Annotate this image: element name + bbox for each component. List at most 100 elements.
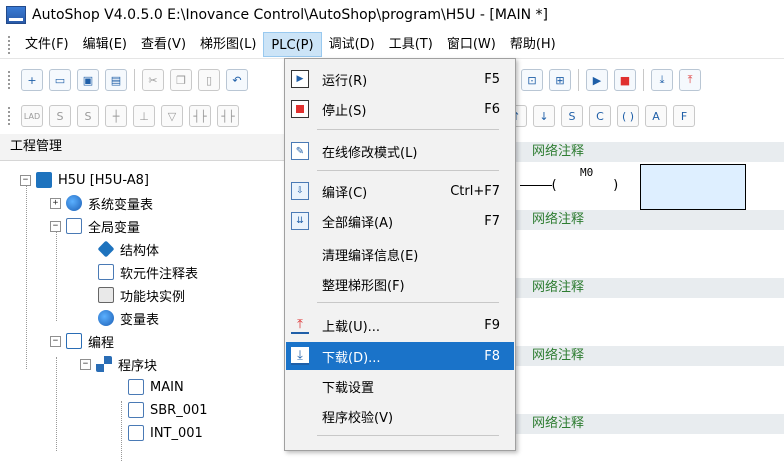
- collapse-icon[interactable]: −: [50, 335, 61, 347]
- project-manager-panel: 工程管理 − H5U [H5U-A8] + 系统变量表 − 全局变量 结构体 软…: [0, 134, 286, 461]
- program-file-icon: [128, 379, 144, 395]
- menu-file[interactable]: 文件(F): [18, 32, 76, 57]
- tree-item-int[interactable]: INT_001: [128, 422, 203, 444]
- menu-item-download-settings[interactable]: 下载设置: [286, 372, 514, 400]
- menu-item-label: 在线修改模式(L): [322, 145, 418, 161]
- tree-guide: [121, 401, 122, 461]
- tree-item-programming[interactable]: − 编程: [50, 330, 114, 352]
- menu-ladder[interactable]: 梯形图(L): [193, 32, 263, 57]
- tree-item-fb-instance[interactable]: 功能块实例: [98, 284, 185, 306]
- copy-icon[interactable]: ❐: [170, 69, 192, 91]
- menu-separator: [317, 129, 499, 130]
- menu-view[interactable]: 查看(V): [134, 32, 193, 57]
- collapse-icon[interactable]: −: [80, 358, 91, 370]
- run-icon: ▶: [291, 70, 309, 88]
- function-f-icon[interactable]: F: [673, 105, 695, 127]
- tree-item-struct[interactable]: 结构体: [97, 238, 160, 260]
- menu-item-shortcut: F5: [484, 71, 500, 87]
- autoshop-app-icon: [6, 6, 26, 24]
- tree-label: 变量表: [120, 312, 160, 328]
- selection-cursor-box[interactable]: [640, 164, 746, 210]
- tree-item-system-vars[interactable]: + 系统变量表: [50, 192, 153, 214]
- set-coil-icon[interactable]: S: [561, 105, 583, 127]
- coil-icon[interactable]: ( ): [617, 105, 639, 127]
- contact-no-icon[interactable]: ┤├: [189, 105, 211, 127]
- paste-icon[interactable]: ▯: [198, 69, 220, 91]
- s-mode-2-icon[interactable]: S: [77, 105, 99, 127]
- menu-item-program-verify[interactable]: 程序校验(V): [286, 402, 514, 430]
- tree-item-h5u[interactable]: − H5U [H5U-A8]: [20, 169, 149, 191]
- toolbar-separator: [134, 69, 135, 91]
- tree-item-sbr[interactable]: SBR_001: [128, 399, 208, 421]
- network-comment-bar[interactable]: 网络注释: [516, 346, 784, 366]
- menu-item-label: 上载(U)...: [322, 319, 381, 335]
- menu-grip: [8, 35, 18, 54]
- network-comment-bar[interactable]: 网络注释: [516, 142, 784, 162]
- menu-item-compile[interactable]: ⇩ 编译(C) Ctrl+F7: [286, 177, 514, 205]
- tree-item-global-vars[interactable]: − 全局变量: [50, 215, 140, 237]
- title-bar: AutoShop V4.0.5.0 E:\Inovance Control\Au…: [0, 0, 784, 30]
- contact-nc-icon[interactable]: ┤├: [217, 105, 239, 127]
- menu-item-stop[interactable]: 停止(S) F6: [286, 95, 514, 123]
- tree-item-var-table[interactable]: 变量表: [98, 307, 159, 329]
- network-comment-bar[interactable]: 网络注释: [516, 414, 784, 434]
- menu-item-run[interactable]: ▶ 运行(R) F5: [286, 65, 514, 93]
- function-a-icon[interactable]: A: [645, 105, 667, 127]
- coil-left-paren: (: [550, 178, 558, 193]
- menu-item-shortcut: Ctrl+F7: [450, 183, 500, 199]
- tree-item-main[interactable]: MAIN: [128, 376, 184, 398]
- menu-plc[interactable]: PLC(P): [263, 32, 322, 57]
- tree-label: 结构体: [120, 243, 160, 259]
- vertical-line-icon[interactable]: ▽: [161, 105, 183, 127]
- collapse-icon[interactable]: −: [50, 220, 61, 232]
- menu-item-upload[interactable]: ⤒ 上载(U)... F9: [286, 311, 514, 339]
- vertical-down-icon[interactable]: ⊥: [133, 105, 155, 127]
- globe-icon: [66, 195, 82, 211]
- comment-table-icon: [98, 264, 114, 280]
- tree-item-program-blocks[interactable]: − 程序块: [80, 353, 157, 375]
- toolbar-icon-c[interactable]: ⊞: [549, 69, 571, 91]
- stop-toolbar-icon[interactable]: ■: [614, 69, 636, 91]
- new-file-icon[interactable]: +: [21, 69, 43, 91]
- tree-label: 编程: [88, 335, 115, 351]
- save-all-icon[interactable]: ▤: [105, 69, 127, 91]
- open-folder-icon[interactable]: ▭: [49, 69, 71, 91]
- menu-item-compile-all[interactable]: ⇊ 全部编译(A) F7: [286, 207, 514, 235]
- menu-item-download[interactable]: ⤓ 下载(D)... F8: [286, 342, 514, 370]
- save-icon[interactable]: ▣: [77, 69, 99, 91]
- toolbar-separator: [578, 69, 579, 91]
- menu-item-arrange-ladder[interactable]: 整理梯形图(F): [286, 270, 514, 298]
- horizontal-line-icon[interactable]: ┼: [105, 105, 127, 127]
- undo-icon[interactable]: ↶: [226, 69, 248, 91]
- download-toolbar-icon[interactable]: ⤓: [651, 69, 673, 91]
- rung-wire: [520, 185, 552, 186]
- network-comment-bar[interactable]: 网络注释: [516, 278, 784, 298]
- s-mode-icon[interactable]: S: [49, 105, 71, 127]
- toolbar-icon-b[interactable]: ⊡: [521, 69, 543, 91]
- tree-item-element-comments[interactable]: 软元件注释表: [98, 261, 198, 283]
- menu-debug[interactable]: 调试(D): [322, 32, 382, 57]
- menu-item-label: 清理编译信息(E): [322, 248, 419, 264]
- menu-item-online-edit[interactable]: ✎ 在线修改模式(L): [286, 137, 514, 165]
- pulse-fall-icon[interactable]: ↓: [533, 105, 555, 127]
- online-edit-icon: ✎: [291, 142, 309, 160]
- network-comment-bar[interactable]: 网络注释: [516, 210, 784, 230]
- menu-item-clean-compile[interactable]: 清理编译信息(E): [286, 240, 514, 268]
- menu-item-shortcut: F6: [484, 101, 500, 117]
- menu-window[interactable]: 窗口(W): [440, 32, 503, 57]
- menu-help[interactable]: 帮助(H): [503, 32, 563, 57]
- tree-label: INT_001: [150, 425, 203, 441]
- ladder-editor[interactable]: 网络注释 M0 ( ) 网络注释 网络注释 网络注释 网络注释: [516, 134, 784, 451]
- menu-item-label: 下载(D)...: [322, 350, 381, 366]
- menu-edit[interactable]: 编辑(E): [76, 32, 134, 57]
- expand-icon[interactable]: +: [50, 197, 61, 209]
- collapse-icon[interactable]: −: [20, 174, 31, 186]
- cut-icon[interactable]: ✂: [142, 69, 164, 91]
- upload-icon: ⤒: [291, 316, 309, 334]
- lad-mode-icon[interactable]: LAD: [21, 105, 43, 127]
- run-toolbar-icon[interactable]: ▶: [586, 69, 608, 91]
- coil-c-icon[interactable]: C: [589, 105, 611, 127]
- document-icon: [66, 218, 82, 234]
- menu-tools[interactable]: 工具(T): [382, 32, 440, 57]
- upload-toolbar-icon[interactable]: ⤒: [679, 69, 701, 91]
